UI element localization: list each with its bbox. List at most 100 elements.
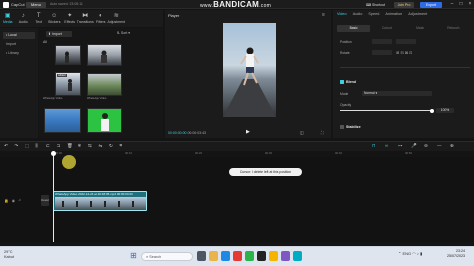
timeline-ruler[interactable]: 00:0000:1000:2000:3000:4000:5001:00: [55, 151, 474, 157]
bandicam-watermark: www.BANDICAM.com: [200, 0, 272, 9]
opacity-slider-handle[interactable]: [430, 108, 434, 113]
play-button[interactable]: ▶: [246, 129, 250, 135]
whatsapp-icon[interactable]: [245, 251, 254, 261]
shortcut-button[interactable]: ⌨ Shortcut: [366, 2, 390, 8]
close-icon[interactable]: ×: [466, 1, 474, 8]
stabilize-heading: Stabilize: [346, 125, 361, 129]
blend-checkbox[interactable]: [340, 80, 344, 84]
zoom-slider[interactable]: —: [437, 143, 442, 148]
tab-filters[interactable]: ◐ Filters: [93, 10, 109, 27]
crop-icon[interactable]: ⌗: [120, 143, 123, 148]
system-tray[interactable]: ⌃ ENG ◠ ♪ ▮: [398, 251, 422, 256]
filter-all[interactable]: All: [43, 40, 47, 44]
player-menu-icon[interactable]: ≡: [322, 12, 325, 18]
mode-select[interactable]: Normal ▾: [362, 91, 432, 96]
mic-icon[interactable]: 🎤: [411, 143, 417, 149]
export-button[interactable]: Export: [420, 1, 442, 8]
magnet-icon[interactable]: ⊓: [372, 143, 376, 149]
freeze-icon[interactable]: ❄: [78, 143, 82, 149]
mouse-cursor-highlight: [62, 155, 76, 169]
playhead-line[interactable]: [53, 152, 54, 242]
sort-dropdown[interactable]: ⇅ Sort ▾: [117, 31, 130, 35]
media-thumb-5[interactable]: [44, 108, 81, 133]
nav-item-1[interactable]: Import: [3, 41, 35, 48]
subtab-cutout[interactable]: Cutout: [370, 25, 403, 32]
prop-tab-audio[interactable]: Audio: [353, 12, 363, 16]
prop-tab-video[interactable]: Video: [337, 12, 347, 16]
reverse-icon[interactable]: ⇆: [88, 143, 92, 149]
maximize-icon[interactable]: □: [457, 1, 465, 8]
zoom-in-icon[interactable]: ⊕: [450, 143, 454, 149]
zoom-out-icon[interactable]: ⊖: [424, 143, 428, 149]
fullscreen-icon[interactable]: ⛶: [321, 130, 324, 135]
cover-button[interactable]: Cover: [41, 195, 49, 206]
ruler-tick: 00:20: [195, 151, 202, 155]
ruler-tick: 00:50: [405, 151, 412, 155]
redo-icon[interactable]: ↷: [15, 143, 19, 149]
tab-audio[interactable]: ♪ Audio: [16, 10, 32, 27]
prop-tab-animation[interactable]: Animation: [385, 12, 402, 16]
preview-axis-icon[interactable]: ⊶: [398, 143, 403, 149]
app-icon[interactable]: [293, 251, 302, 261]
properties-tabs: Video Audio Speed Animation Adjustment: [337, 12, 427, 16]
bandicam-icon[interactable]: [233, 251, 242, 261]
eye-icon[interactable]: ◉: [12, 198, 15, 203]
prop-tab-adjustment[interactable]: Adjustment: [408, 12, 427, 16]
transition-icon: ⧓: [82, 13, 89, 19]
properties-subtabs: Basic Cutout Mask Retouch: [337, 25, 470, 32]
media-thumb-6[interactable]: [87, 108, 122, 133]
audio-icon[interactable]: ♫: [18, 198, 21, 203]
rotate-icon[interactable]: ↻: [109, 143, 113, 149]
media-thumb-1[interactable]: [55, 45, 81, 65]
capcut-taskbar-icon[interactable]: [257, 251, 266, 261]
position-y-field[interactable]: [396, 39, 416, 44]
media-thumb-2[interactable]: [87, 44, 122, 66]
subtab-basic[interactable]: Basic: [337, 25, 371, 32]
windows-start-icon[interactable]: ⊞: [130, 251, 137, 260]
opacity-slider[interactable]: [340, 110, 432, 112]
rotate-field[interactable]: [372, 50, 392, 55]
stabilize-checkbox[interactable]: [340, 125, 344, 129]
playhead-handle[interactable]: [51, 151, 56, 156]
tab-stickers[interactable]: ☺ Stickers: [47, 10, 63, 27]
task-view-icon[interactable]: [197, 251, 206, 261]
file-explorer-icon[interactable]: [209, 251, 218, 261]
subtab-mask[interactable]: Mask: [404, 25, 437, 32]
chrome-icon[interactable]: [269, 251, 278, 261]
tab-adjustment[interactable]: ≋ Adjustment: [108, 10, 126, 27]
position-x-field[interactable]: [372, 39, 392, 44]
import-button[interactable]: ⬆ Import: [46, 31, 72, 37]
delete-left-icon[interactable]: ⊏: [46, 143, 50, 149]
opacity-value[interactable]: 100%: [436, 108, 454, 113]
media-thumb-3[interactable]: Added: [55, 72, 81, 96]
edge-icon[interactable]: [221, 251, 230, 261]
prop-tab-speed[interactable]: Speed: [368, 12, 379, 16]
delete-icon[interactable]: 🗑: [67, 143, 73, 149]
split-icon[interactable]: ⫼: [36, 143, 38, 148]
select-icon[interactable]: ⬚: [25, 143, 29, 149]
nav-item-0[interactable]: • Local: [3, 32, 35, 39]
tab-effects[interactable]: ✦ Effects: [62, 10, 78, 27]
media-thumb-4[interactable]: [87, 73, 122, 96]
ratio-icon[interactable]: ◫: [300, 130, 304, 135]
undo-icon[interactable]: ↶: [4, 143, 8, 149]
menu-button[interactable]: Menu: [26, 1, 46, 8]
delete-right-icon[interactable]: ⊐: [57, 143, 61, 149]
player-video-frame[interactable]: [223, 23, 276, 117]
join-pro-button[interactable]: Join Pro: [394, 1, 414, 8]
taskbar-clock[interactable]: 23:24 25/07/2023: [447, 249, 465, 259]
minimize-icon[interactable]: –: [448, 1, 456, 8]
store-icon[interactable]: [281, 251, 290, 261]
tab-transitions[interactable]: ⧓ Transitions: [77, 10, 94, 27]
flip-icons[interactable]: ⊞⊟⊠⊡: [396, 50, 413, 55]
taskbar-search[interactable]: ⌕ Search: [141, 252, 193, 261]
link-icon[interactable]: ∞: [385, 143, 388, 148]
subtab-retouch[interactable]: Retouch: [437, 25, 470, 32]
mirror-icon[interactable]: ⇋: [99, 143, 103, 149]
weather-widget[interactable]: 29°C Kabut: [4, 250, 14, 260]
nav-item-2[interactable]: • Library: [3, 50, 35, 57]
lock-icon[interactable]: 🔒: [4, 198, 9, 203]
thumb-label: WhatsApp Video: [43, 97, 63, 100]
tab-text[interactable]: T Text: [31, 10, 47, 27]
tab-media[interactable]: ▣ Media: [0, 10, 16, 27]
